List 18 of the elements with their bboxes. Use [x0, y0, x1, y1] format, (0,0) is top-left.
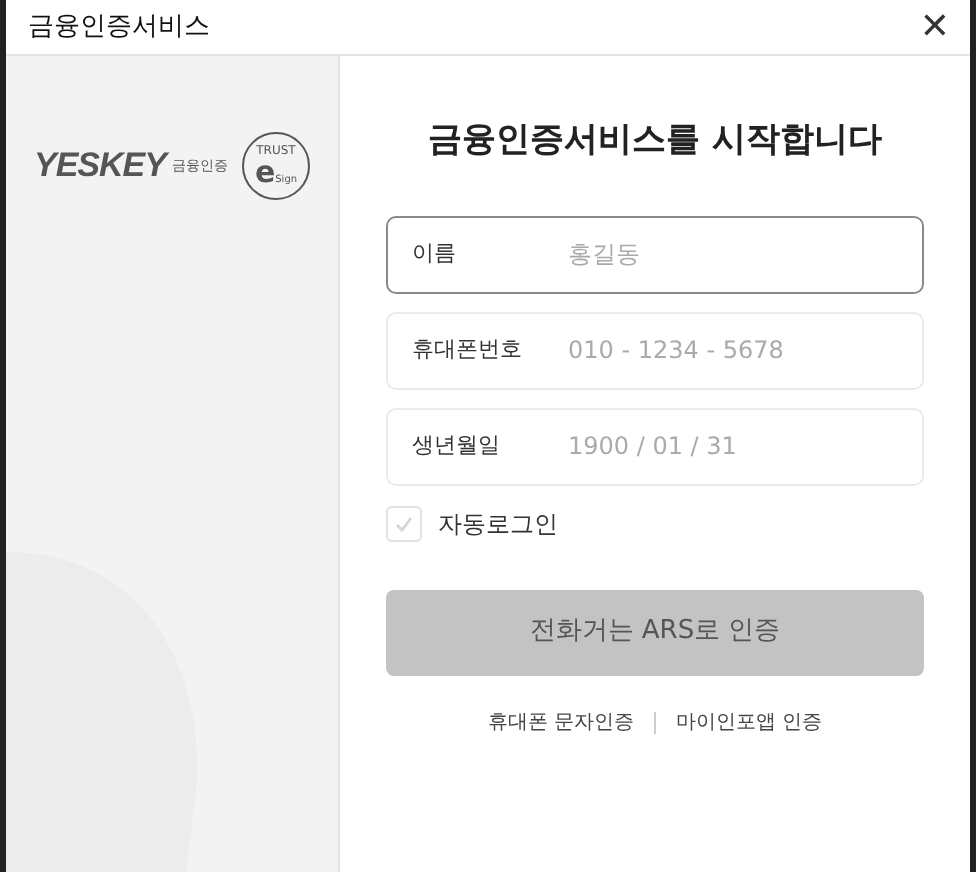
text-input[interactable]: 010 - 1234 - 5678	[568, 332, 898, 368]
field-label: 생년월일	[412, 429, 502, 462]
brand-logo: YESKEY	[34, 144, 166, 189]
check-icon	[394, 513, 414, 533]
input-field[interactable]: 이름 홍길동	[386, 215, 924, 293]
input-field[interactable]: 휴대폰번호 010 - 1234 - 5678	[386, 311, 924, 389]
auth-method-link[interactable]: 마이인포앱 인증	[676, 707, 823, 737]
field-label: 휴대폰번호	[412, 333, 524, 366]
text-input[interactable]: 1900 / 01 / 31	[568, 428, 898, 464]
heading: 금융인증서비스를 시작합니다	[426, 118, 884, 164]
field-label: 이름	[412, 237, 458, 270]
window-title: 금융인증서비스	[28, 9, 210, 46]
auth-method-link[interactable]: 휴대폰 문자인증	[487, 707, 634, 737]
input-field[interactable]: 생년월일 1900 / 01 / 31	[386, 407, 924, 485]
auto-login-checkbox[interactable]	[386, 505, 422, 541]
close-button[interactable]: ✕	[919, 9, 950, 45]
text-input[interactable]: 홍길동	[568, 236, 898, 272]
auto-login-label: 자동로그인	[438, 507, 558, 541]
